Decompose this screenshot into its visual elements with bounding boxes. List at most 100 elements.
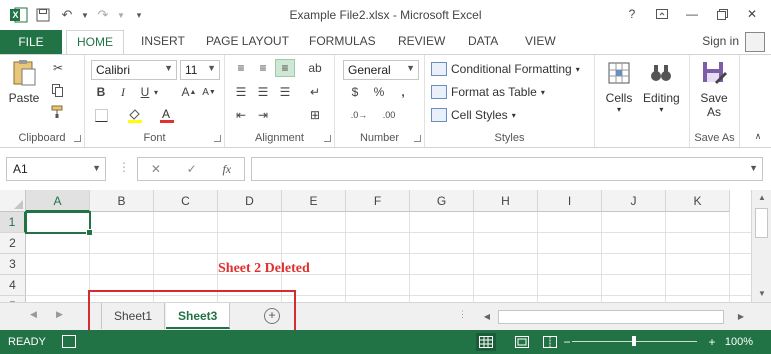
- format-painter-icon[interactable]: [48, 103, 68, 121]
- close-icon[interactable]: ✕: [737, 4, 767, 24]
- font-size-combo[interactable]: 11 ▼: [180, 60, 220, 80]
- underline-dropdown-icon[interactable]: ▾: [151, 83, 161, 101]
- align-center-icon[interactable]: ☰: [253, 83, 273, 101]
- increase-font-icon[interactable]: A ▲: [179, 83, 199, 101]
- account-avatar-icon[interactable]: [745, 32, 765, 52]
- active-cell[interactable]: [25, 211, 93, 236]
- tab-file[interactable]: FILE: [0, 30, 62, 54]
- paste-button[interactable]: Paste: [8, 59, 40, 105]
- align-middle-icon[interactable]: ≡: [253, 59, 273, 77]
- clipboard-launcher-icon[interactable]: [74, 135, 81, 142]
- name-box[interactable]: A1 ▼: [6, 157, 106, 181]
- tab-insert[interactable]: INSERT: [141, 34, 185, 48]
- macro-record-icon[interactable]: [62, 335, 76, 348]
- restore-icon[interactable]: [707, 4, 737, 24]
- zoom-out-icon[interactable]: −: [557, 333, 577, 351]
- cancel-entry-icon[interactable]: ✕: [151, 162, 161, 176]
- row-header-3[interactable]: 3: [0, 254, 26, 275]
- page-layout-view-icon[interactable]: [512, 333, 532, 351]
- percent-icon[interactable]: %: [369, 83, 389, 101]
- increase-decimal-icon[interactable]: .0→: [349, 106, 369, 124]
- tab-data[interactable]: DATA: [468, 34, 498, 48]
- horizontal-scrollbar[interactable]: ◀ ▶: [480, 309, 748, 325]
- vertical-scrollbar[interactable]: ▲ ▼: [751, 190, 771, 302]
- row-header-1[interactable]: 1: [0, 212, 26, 233]
- save-as-button[interactable]: Save As: [696, 59, 732, 119]
- increase-indent-icon[interactable]: ⇥: [253, 106, 273, 124]
- number-format-combo[interactable]: General ▼: [343, 60, 419, 80]
- tab-home[interactable]: HOME: [66, 30, 124, 55]
- normal-view-icon[interactable]: [476, 333, 496, 351]
- italic-button[interactable]: I: [113, 83, 133, 101]
- column-header-h[interactable]: H: [474, 190, 538, 212]
- cells-button[interactable]: Cells ▾: [603, 59, 635, 114]
- column-header-d[interactable]: D: [218, 190, 282, 212]
- select-all-button[interactable]: [0, 190, 26, 212]
- insert-function-icon[interactable]: fx: [222, 162, 231, 177]
- align-bottom-icon[interactable]: ≡: [275, 59, 295, 77]
- tab-split-grip-icon[interactable]: ⋮: [458, 309, 467, 320]
- cut-icon[interactable]: ✂: [48, 59, 68, 77]
- column-header-j[interactable]: J: [602, 190, 666, 212]
- wrap-text-icon[interactable]: ↵: [305, 83, 325, 101]
- column-header-c[interactable]: C: [154, 190, 218, 212]
- next-sheet-icon[interactable]: ▶: [56, 309, 63, 320]
- collapse-ribbon-icon[interactable]: ∧: [748, 127, 768, 145]
- format-as-table-button[interactable]: Format as Table ▾: [431, 82, 545, 102]
- zoom-level[interactable]: 100%: [725, 336, 753, 348]
- orientation-icon[interactable]: ab: [305, 59, 325, 77]
- comma-style-icon[interactable]: ,: [393, 83, 413, 101]
- decrease-indent-icon[interactable]: ⇤: [231, 106, 251, 124]
- bold-button[interactable]: B: [91, 83, 111, 101]
- zoom-slider[interactable]: [572, 336, 697, 346]
- tab-page-layout[interactable]: PAGE LAYOUT: [206, 34, 289, 48]
- expand-formula-bar-icon[interactable]: ▼: [749, 163, 758, 173]
- horizontal-scroll-thumb[interactable]: [498, 310, 724, 324]
- font-name-combo[interactable]: Calibri ▼: [91, 60, 177, 80]
- minimize-icon[interactable]: —: [677, 4, 707, 24]
- font-launcher-icon[interactable]: [214, 135, 221, 142]
- ribbon-display-icon[interactable]: [647, 4, 677, 24]
- font-color-icon[interactable]: A: [157, 106, 177, 124]
- editing-button[interactable]: Editing ▾: [643, 59, 680, 114]
- column-header-b[interactable]: B: [90, 190, 154, 212]
- column-header-k[interactable]: K: [666, 190, 730, 212]
- align-top-icon[interactable]: ≡: [231, 59, 251, 77]
- tab-formulas[interactable]: FORMULAS: [309, 34, 376, 48]
- scroll-left-icon[interactable]: ◀: [480, 309, 494, 325]
- tab-view[interactable]: VIEW: [525, 34, 556, 48]
- decrease-font-icon[interactable]: A ▼: [199, 83, 219, 101]
- column-header-g[interactable]: G: [410, 190, 474, 212]
- tab-review[interactable]: REVIEW: [398, 34, 445, 48]
- zoom-in-icon[interactable]: +: [702, 333, 722, 351]
- worksheet-grid[interactable]: ABCDEFGHIJK 12345 Sheet 2 Deleted ▲ ▼: [0, 190, 771, 302]
- scroll-down-icon[interactable]: ▼: [752, 286, 771, 302]
- zoom-slider-knob[interactable]: [632, 336, 636, 346]
- column-header-e[interactable]: E: [282, 190, 346, 212]
- borders-icon[interactable]: [91, 106, 111, 124]
- fill-color-icon[interactable]: [125, 106, 145, 124]
- cell-area[interactable]: [26, 212, 751, 302]
- copy-icon[interactable]: [48, 81, 68, 99]
- row-header-4[interactable]: 4: [0, 275, 26, 296]
- number-launcher-icon[interactable]: [414, 135, 421, 142]
- scroll-up-icon[interactable]: ▲: [752, 190, 771, 206]
- column-header-i[interactable]: I: [538, 190, 602, 212]
- row-header-2[interactable]: 2: [0, 233, 26, 254]
- column-header-f[interactable]: F: [346, 190, 410, 212]
- formula-input[interactable]: ▼: [251, 157, 763, 181]
- align-right-icon[interactable]: ☰: [275, 83, 295, 101]
- cell-styles-button[interactable]: Cell Styles ▾: [431, 105, 516, 125]
- align-left-icon[interactable]: ☰: [231, 83, 251, 101]
- previous-sheet-icon[interactable]: ◀: [30, 309, 37, 320]
- scroll-right-icon[interactable]: ▶: [734, 309, 748, 325]
- help-button[interactable]: ?: [617, 4, 647, 24]
- merge-center-icon[interactable]: ⊞: [305, 106, 325, 124]
- alignment-launcher-icon[interactable]: [324, 135, 331, 142]
- conditional-formatting-button[interactable]: Conditional Formatting ▾: [431, 59, 580, 79]
- formula-bar-grip-icon[interactable]: ⋮: [118, 160, 130, 174]
- currency-icon[interactable]: $: [345, 83, 365, 101]
- column-header-a[interactable]: A: [26, 190, 90, 212]
- sign-in-link[interactable]: Sign in: [702, 34, 739, 48]
- vertical-scroll-thumb[interactable]: [755, 208, 768, 238]
